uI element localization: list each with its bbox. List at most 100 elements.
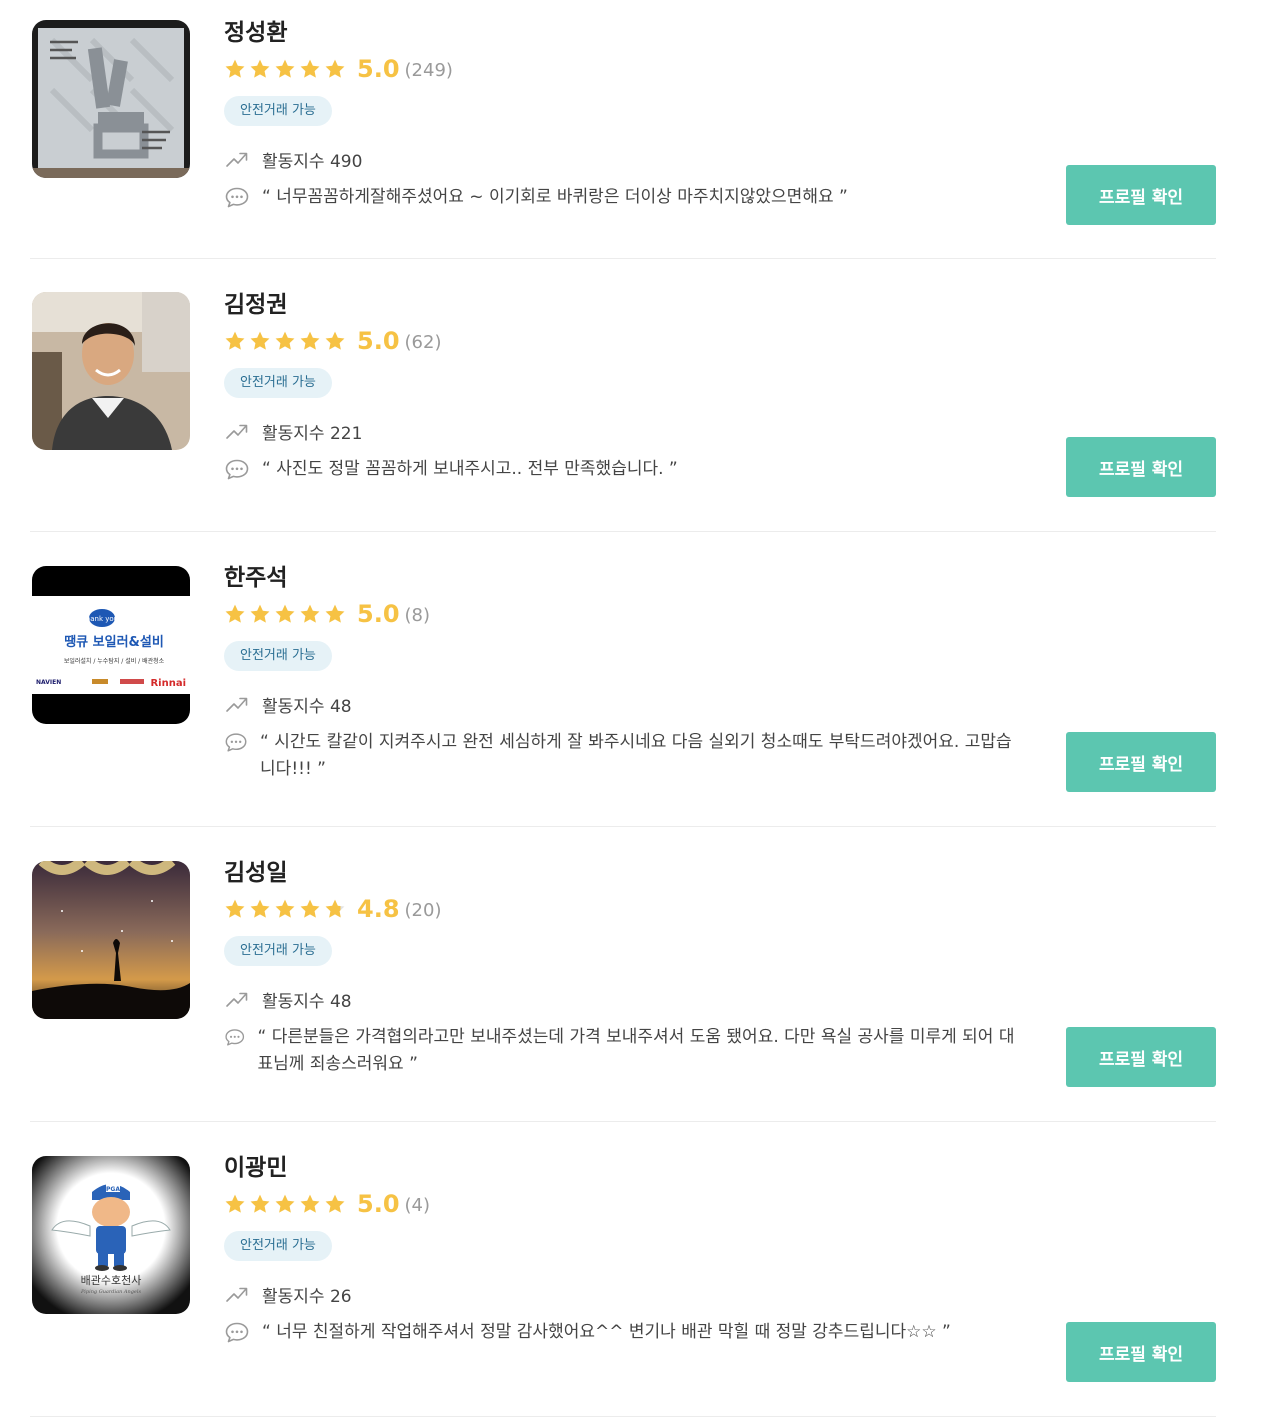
avatar-image: PGA 배관수호천사 Piping Guardian Angels xyxy=(32,1156,190,1314)
review-text: “ 시간도 칼같이 지켜주시고 완전 세심하게 잘 봐주시네요 다음 실외기 청… xyxy=(260,732,1012,779)
trending-up-icon xyxy=(224,420,250,442)
trending-up-icon xyxy=(224,148,250,170)
star-icon xyxy=(324,330,346,352)
activity-score: 활동지수 48 xyxy=(262,991,352,1012)
star-icon xyxy=(299,330,321,352)
safe-trade-badge: 안전거래 가능 xyxy=(224,96,332,126)
review-text: “ 너무 친절하게 작업해주셔서 정말 감사했어요^^ 변기나 배관 막힐 때 … xyxy=(262,1322,951,1342)
expert-card: thank you! 땡큐 보일러&설비 보일러설치 / 누수탐지 / 설비 /… xyxy=(30,532,1216,827)
star-rating xyxy=(224,898,346,920)
star-icon xyxy=(224,330,246,352)
star-icon xyxy=(274,603,296,625)
expert-list: 정성환 5.0 (249) 안전거래 가능 활동지수 490 “ 너무꼼꼼하게잘… xyxy=(0,0,1280,1417)
review-row: “ 시간도 칼같이 지켜주시고 완전 세심하게 잘 봐주시네요 다음 실외기 청… xyxy=(224,729,1016,783)
trending-up-icon xyxy=(224,1283,250,1305)
chat-bubble-icon xyxy=(224,186,250,208)
chat-bubble-icon xyxy=(224,1321,250,1343)
expert-info: 한주석 5.0 (8) 안전거래 가능 활동지수 48 “ 시간도 칼같이 지켜… xyxy=(224,561,1016,783)
rating-row: 5.0 (8) xyxy=(224,597,1016,631)
profile-check-button[interactable]: 프로필 확인 xyxy=(1066,1027,1216,1087)
avatar-image xyxy=(32,861,190,1019)
review-row: “ 사진도 정말 꼼꼼하게 보내주시고.. 전부 만족했습니다. ” xyxy=(224,456,1016,483)
star-icon xyxy=(299,1193,321,1215)
safe-trade-badge: 안전거래 가능 xyxy=(224,936,332,966)
review-text: “ 다른분들은 가격협의라고만 보내주셨는데 가격 보내주셔서 도움 됐어요. … xyxy=(257,1027,1015,1074)
expert-name[interactable]: 한주석 xyxy=(224,561,1016,595)
activity-score: 활동지수 26 xyxy=(262,1286,352,1307)
star-icon xyxy=(324,1193,346,1215)
star-rating xyxy=(224,330,346,352)
expert-card: PGA 배관수호천사 Piping Guardian Angels 이광민 5.… xyxy=(30,1122,1216,1417)
rating-score: 5.0 xyxy=(357,1190,400,1218)
star-icon xyxy=(249,898,271,920)
star-icon xyxy=(274,330,296,352)
star-icon xyxy=(324,58,346,80)
review-row: “ 다른분들은 가격협의라고만 보내주셨는데 가격 보내주셔서 도움 됐어요. … xyxy=(224,1024,1016,1078)
safe-trade-badge: 안전거래 가능 xyxy=(224,641,332,671)
chat-bubble-icon xyxy=(224,731,248,753)
rating-score: 4.8 xyxy=(357,895,400,923)
star-icon xyxy=(274,898,296,920)
review-row: “ 너무 친절하게 작업해주셔서 정말 감사했어요^^ 변기나 배관 막힐 때 … xyxy=(224,1319,1016,1346)
rating-score: 5.0 xyxy=(357,55,400,83)
expert-info: 김성일 4.8 (20) 안전거래 가능 활동지수 48 “ 다른분들은 가격협… xyxy=(224,856,1016,1078)
avatar-image xyxy=(32,20,190,178)
activity-row: 활동지수 490 xyxy=(224,148,1016,172)
profile-check-button[interactable]: 프로필 확인 xyxy=(1066,437,1216,497)
trending-up-icon xyxy=(224,988,250,1010)
rating-score: 5.0 xyxy=(357,327,400,355)
avatar[interactable] xyxy=(32,292,190,450)
review-count: (249) xyxy=(404,60,453,81)
review-text: “ 사진도 정말 꼼꼼하게 보내주시고.. 전부 만족했습니다. ” xyxy=(262,459,678,479)
avatar[interactable] xyxy=(32,861,190,1019)
expert-name[interactable]: 김정권 xyxy=(224,288,1016,322)
review-row: “ 너무꼼꼼하게잘해주셨어요 ~ 이기회로 바퀴랑은 더이상 마주치지않았으면해… xyxy=(224,184,1016,211)
profile-check-button[interactable]: 프로필 확인 xyxy=(1066,1322,1216,1382)
star-icon xyxy=(274,58,296,80)
star-icon xyxy=(249,1193,271,1215)
expert-card: 정성환 5.0 (249) 안전거래 가능 활동지수 490 “ 너무꼼꼼하게잘… xyxy=(30,0,1216,259)
star-icon xyxy=(324,603,346,625)
star-icon xyxy=(249,603,271,625)
logo-subtitle: 보일러설치 / 누수탐지 / 설비 / 배관청소 xyxy=(64,657,165,665)
mascot-title: 배관수호천사 xyxy=(81,1273,142,1287)
activity-row: 활동지수 221 xyxy=(224,420,1016,444)
avatar-image xyxy=(32,292,190,450)
logo-title: 땡큐 보일러&설비 xyxy=(64,634,164,650)
chat-bubble-icon xyxy=(224,458,250,480)
rating-row: 5.0 (4) xyxy=(224,1187,1016,1221)
expert-info: 정성환 5.0 (249) 안전거래 가능 활동지수 490 “ 너무꼼꼼하게잘… xyxy=(224,16,1016,211)
profile-check-button[interactable]: 프로필 확인 xyxy=(1066,732,1216,792)
mascot-subtitle: Piping Guardian Angels xyxy=(80,1289,142,1295)
profile-check-button[interactable]: 프로필 확인 xyxy=(1066,165,1216,225)
activity-row: 활동지수 48 xyxy=(224,693,1016,717)
trending-up-icon xyxy=(224,693,250,715)
expert-name[interactable]: 김성일 xyxy=(224,856,1016,890)
star-icon xyxy=(299,58,321,80)
star-icon xyxy=(299,603,321,625)
star-icon xyxy=(274,1193,296,1215)
avatar-image: thank you! 땡큐 보일러&설비 보일러설치 / 누수탐지 / 설비 /… xyxy=(32,566,190,724)
rating-row: 5.0 (62) xyxy=(224,324,1016,358)
rating-score: 5.0 xyxy=(357,600,400,628)
avatar[interactable] xyxy=(32,20,190,178)
activity-row: 활동지수 48 xyxy=(224,988,1016,1012)
star-icon xyxy=(224,58,246,80)
expert-card: 김정권 5.0 (62) 안전거래 가능 활동지수 221 “ 사진도 정말 꼼… xyxy=(30,259,1216,532)
star-icon xyxy=(324,898,346,920)
expert-name[interactable]: 이광민 xyxy=(224,1151,1016,1185)
avatar[interactable]: PGA 배관수호천사 Piping Guardian Angels xyxy=(32,1156,190,1314)
star-icon xyxy=(224,603,246,625)
review-text: “ 너무꼼꼼하게잘해주셨어요 ~ 이기회로 바퀴랑은 더이상 마주치지않았으면해… xyxy=(262,187,848,207)
rating-row: 5.0 (249) xyxy=(224,52,1016,86)
chat-bubble-icon xyxy=(224,1026,246,1048)
expert-name[interactable]: 정성환 xyxy=(224,16,1016,50)
expert-card: 김성일 4.8 (20) 안전거래 가능 활동지수 48 “ 다른분들은 가격협… xyxy=(30,827,1216,1122)
avatar[interactable]: thank you! 땡큐 보일러&설비 보일러설치 / 누수탐지 / 설비 /… xyxy=(32,566,190,724)
safe-trade-badge: 안전거래 가능 xyxy=(224,1231,332,1261)
expert-info: 이광민 5.0 (4) 안전거래 가능 활동지수 26 “ 너무 친절하게 작업… xyxy=(224,1151,1016,1346)
logo-brand-left: NAVIEN xyxy=(36,679,61,686)
activity-score: 활동지수 48 xyxy=(262,696,352,717)
star-rating xyxy=(224,1193,346,1215)
logo-brand-right: Rinnai xyxy=(150,678,186,689)
